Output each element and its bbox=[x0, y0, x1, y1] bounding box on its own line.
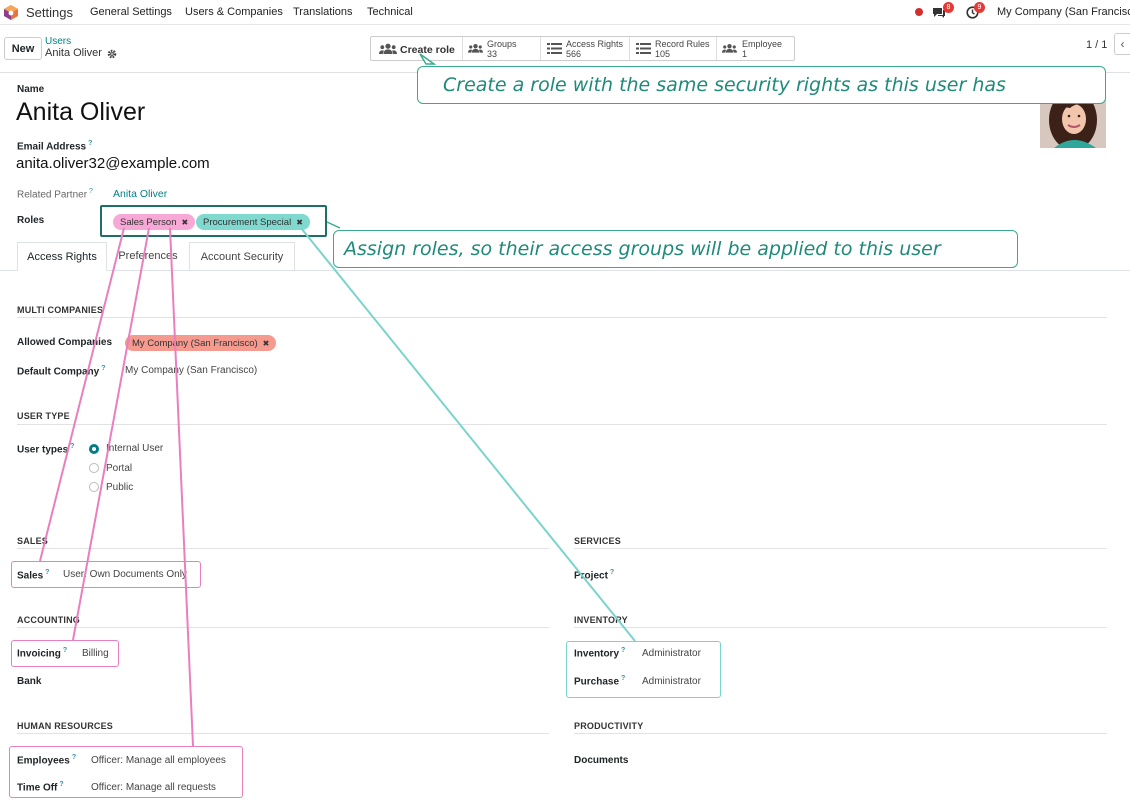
connector-sales bbox=[39, 227, 125, 562]
separator bbox=[574, 733, 1107, 734]
annotation-connectors bbox=[39, 53, 636, 747]
breadcrumb-current: Anita Oliver bbox=[45, 47, 102, 59]
company-tag[interactable]: My Company (San Francisco) ✖ bbox=[125, 335, 277, 351]
separator bbox=[574, 627, 1107, 628]
odoo-logo-icon[interactable] bbox=[4, 5, 18, 20]
list-icon bbox=[547, 43, 562, 54]
option-internal-user[interactable]: Internal User bbox=[106, 443, 163, 454]
menu-users-companies[interactable]: Users & Companies bbox=[185, 6, 283, 18]
employee-label: Employee bbox=[742, 39, 783, 49]
list-icon bbox=[636, 43, 651, 54]
assign-roles-callout: Assign roles, so their access groups wil… bbox=[333, 230, 1018, 268]
status-dot-icon[interactable] bbox=[915, 8, 923, 16]
inventory-title: INVENTORY bbox=[574, 615, 628, 625]
services-title: SERVICES bbox=[574, 536, 621, 546]
groups-count: 33 bbox=[487, 49, 498, 59]
record-rules-label: Record Rules bbox=[655, 39, 710, 49]
user-types-label: User types? bbox=[17, 443, 75, 456]
invoicing-highlight bbox=[11, 640, 119, 667]
name-field[interactable]: Anita Oliver bbox=[16, 98, 145, 127]
default-company-label: Default Company? bbox=[17, 365, 106, 378]
bank-label: Bank bbox=[17, 676, 42, 687]
chat-badge: 8 bbox=[943, 2, 954, 13]
groups-label: Groups bbox=[487, 39, 517, 49]
sales-title: SALES bbox=[17, 536, 49, 546]
remove-tag-icon[interactable]: ✖ bbox=[263, 339, 270, 348]
separator bbox=[574, 548, 1107, 549]
separator bbox=[17, 424, 1107, 425]
multi-companies-title: MULTI COMPANIES bbox=[17, 305, 104, 315]
hr-highlight bbox=[9, 746, 243, 798]
related-partner-label: Related Partner? bbox=[17, 188, 93, 201]
accounting-title: ACCOUNTING bbox=[17, 615, 80, 625]
separator bbox=[17, 548, 549, 549]
user-type-title: USER TYPE bbox=[17, 411, 70, 421]
menu-technical[interactable]: Technical bbox=[367, 6, 413, 18]
separator bbox=[17, 627, 549, 628]
app-title[interactable]: Settings bbox=[26, 5, 73, 20]
radio-internal-user[interactable] bbox=[89, 444, 99, 454]
allowed-companies-label: Allowed Companies bbox=[17, 337, 113, 348]
related-partner-link[interactable]: Anita Oliver bbox=[113, 188, 167, 200]
connector-roles-callout bbox=[326, 221, 341, 229]
record-rules-count: 105 bbox=[655, 49, 671, 59]
top-navbar: Settings General Settings Users & Compan… bbox=[0, 0, 1130, 25]
option-portal[interactable]: Portal bbox=[106, 463, 132, 474]
chevron-left-icon[interactable]: ‹ bbox=[1114, 33, 1130, 55]
roles-highlight bbox=[100, 205, 327, 237]
name-label: Name bbox=[17, 84, 45, 95]
breadcrumb-users[interactable]: Users bbox=[45, 36, 71, 47]
users-icon bbox=[468, 44, 483, 53]
users-icon bbox=[722, 44, 737, 53]
record-rules-button[interactable]: Record Rules 105 bbox=[630, 37, 717, 60]
option-public[interactable]: Public bbox=[106, 482, 133, 493]
create-role-label: Create role bbox=[400, 44, 455, 56]
sales-highlight bbox=[11, 561, 201, 588]
employee-count: 1 bbox=[742, 49, 748, 59]
activity-badge: 9 bbox=[974, 2, 985, 13]
access-rights-count: 566 bbox=[566, 49, 582, 59]
documents-label: Documents bbox=[574, 755, 629, 766]
inventory-highlight bbox=[566, 641, 721, 698]
separator bbox=[17, 733, 549, 734]
email-label: Email Address? bbox=[17, 140, 93, 153]
smart-buttons: Create role Groups 33 Access Rights 566 bbox=[370, 36, 795, 61]
pager-value[interactable]: 1 / 1 bbox=[1086, 39, 1107, 51]
tab-account-security[interactable]: Account Security bbox=[189, 242, 295, 271]
radio-portal[interactable] bbox=[89, 463, 99, 473]
new-button[interactable]: New bbox=[4, 37, 42, 60]
email-field[interactable]: anita.oliver32@example.com bbox=[16, 155, 210, 172]
access-rights-button[interactable]: Access Rights 566 bbox=[541, 37, 630, 60]
separator bbox=[17, 317, 1107, 318]
tab-access-rights[interactable]: Access Rights bbox=[17, 242, 107, 271]
tabs-border bbox=[0, 270, 1130, 271]
menu-translations[interactable]: Translations bbox=[293, 6, 353, 18]
productivity-title: PRODUCTIVITY bbox=[574, 721, 644, 731]
connector-hr bbox=[169, 227, 194, 747]
employee-button[interactable]: Employee 1 bbox=[717, 37, 794, 60]
groups-button[interactable]: Groups 33 bbox=[463, 37, 541, 60]
hr-title: HUMAN RESOURCES bbox=[17, 721, 114, 731]
tab-preferences[interactable]: Preferences bbox=[107, 242, 189, 270]
create-role-button[interactable]: Create role bbox=[371, 37, 463, 60]
radio-public[interactable] bbox=[89, 482, 99, 492]
default-company-field[interactable]: My Company (San Francisco) bbox=[125, 365, 257, 376]
gear-icon[interactable] bbox=[107, 49, 117, 59]
users-icon bbox=[379, 43, 397, 54]
access-rights-label: Access Rights bbox=[566, 39, 624, 49]
company-switcher[interactable]: My Company (San Francisco) bbox=[997, 6, 1130, 18]
roles-label: Roles bbox=[17, 215, 45, 226]
menu-general-settings[interactable]: General Settings bbox=[90, 6, 172, 18]
create-role-callout: Create a role with the same security rig… bbox=[417, 66, 1106, 104]
project-label: Project? bbox=[574, 569, 615, 582]
